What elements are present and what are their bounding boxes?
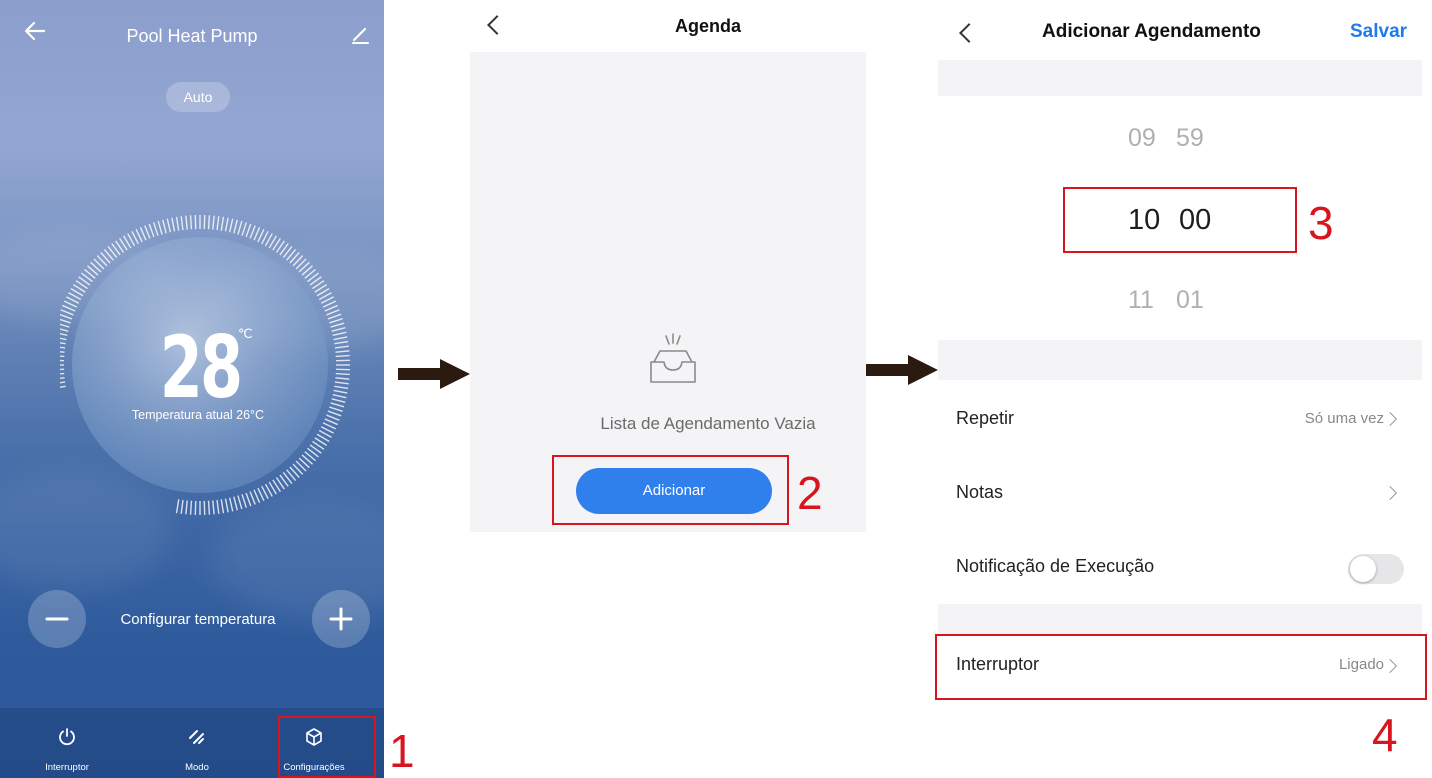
dial-tick — [241, 222, 248, 236]
plus-icon — [329, 607, 353, 631]
dial-tick — [60, 309, 74, 316]
section-divider — [938, 340, 1422, 380]
dial-tick — [148, 223, 155, 238]
dial-tick — [324, 304, 338, 312]
flow-arrow-icon — [866, 355, 938, 385]
dial-tick — [233, 219, 238, 234]
dial-tick — [233, 496, 238, 511]
dial-tick — [144, 225, 151, 239]
picker-hour-prev[interactable]: 09 — [1128, 124, 1156, 153]
dial-tick — [237, 495, 243, 510]
dial-tick — [216, 499, 220, 514]
dial-tick — [180, 216, 184, 231]
mode-icon — [142, 726, 252, 756]
screen-title: Pool Heat Pump — [126, 26, 258, 46]
callout-number-3: 3 — [1308, 197, 1334, 249]
dial-tick — [253, 227, 261, 241]
callout-number-1: 1 — [389, 725, 415, 777]
save-button[interactable]: Salvar — [1350, 21, 1407, 43]
picker-hour-next[interactable]: 11 — [1128, 286, 1154, 315]
tab-modo[interactable]: Modo — [142, 708, 252, 773]
dial-tick — [175, 216, 180, 231]
dial-tick — [249, 491, 256, 505]
current-temperature-label: Temperatura atual 26°C — [131, 408, 265, 422]
dial-tick — [185, 215, 188, 230]
dial-tick — [166, 218, 172, 233]
dial-tick — [220, 499, 225, 514]
dial-tick — [241, 494, 248, 508]
dial-tick — [139, 227, 147, 241]
dial-tick — [185, 500, 188, 515]
empty-list-text: Lista de Agendamento Vazia — [600, 414, 816, 433]
dial-tick — [162, 219, 167, 234]
screen-title: Adicionar Agendamento — [1042, 21, 1261, 42]
picker-minute-prev[interactable]: 59 — [1176, 124, 1204, 153]
notification-label: Notificação de Execução — [956, 556, 1155, 576]
section-divider — [938, 604, 1422, 634]
callout-box-3 — [1063, 187, 1297, 253]
dial-tick — [152, 222, 159, 236]
picker-minute-next[interactable]: 01 — [1176, 286, 1204, 315]
dial-tick — [189, 500, 193, 515]
dial-tick — [326, 309, 340, 316]
dial-tick — [171, 217, 176, 232]
device-screen: Pool Heat Pump Auto 28 ℃ Temperatura atu… — [0, 0, 384, 778]
dial-tick — [62, 304, 76, 312]
dial-tick — [220, 216, 225, 231]
dial-tick — [228, 497, 234, 512]
notification-toggle[interactable] — [1348, 554, 1404, 584]
power-icon — [12, 726, 122, 756]
callout-box-2 — [552, 455, 789, 525]
toggle-knob — [1350, 556, 1376, 582]
callout-number-2: 2 — [797, 467, 823, 519]
tab-label: Interruptor — [45, 762, 89, 773]
screen-title: Agenda — [674, 16, 741, 36]
dial-tick — [212, 215, 215, 230]
dial-tick — [237, 220, 243, 235]
dial-tick — [175, 499, 180, 514]
callout-box-1 — [278, 716, 376, 778]
notes-row[interactable]: Notas — [938, 452, 1422, 528]
dial-tick — [189, 215, 193, 230]
notification-row: Notificação de Execução — [938, 528, 1422, 604]
repeat-row[interactable]: Repetir Só uma vez — [938, 380, 1422, 452]
dial-tick — [245, 223, 252, 238]
dial-tick — [249, 225, 256, 239]
tab-label: Modo — [185, 762, 209, 773]
chevron-right-icon — [1382, 411, 1398, 427]
dial-tick — [228, 218, 234, 233]
repeat-value: Só uma vez — [1304, 410, 1384, 427]
tab-interruptor[interactable]: Interruptor — [12, 708, 122, 773]
increase-temperature-button[interactable] — [312, 590, 370, 648]
notes-label: Notas — [956, 482, 1004, 502]
dial-tick — [253, 489, 261, 503]
set-temperature-value: 28 — [159, 318, 243, 418]
section-divider — [938, 60, 1422, 96]
dial-tick — [157, 220, 163, 235]
dial-tick — [180, 499, 184, 514]
chevron-right-icon — [1382, 485, 1398, 501]
mode-badge[interactable]: Auto — [166, 82, 230, 112]
dial-tick — [245, 492, 252, 507]
empty-inbox-icon — [650, 333, 696, 383]
dial-tick — [207, 215, 211, 230]
back-chevron-icon[interactable] — [959, 23, 979, 43]
flow-arrow-icon — [398, 359, 470, 389]
temperature-unit: ℃ — [238, 326, 253, 341]
dial-tick — [224, 498, 229, 513]
repeat-label: Repetir — [956, 408, 1015, 428]
dial-tick — [207, 500, 211, 515]
agenda-header: Agenda — [470, 0, 866, 52]
dial-tick — [216, 216, 220, 231]
callout-number-4: 4 — [1372, 709, 1398, 761]
callout-box-4 — [935, 634, 1427, 700]
dial-tick — [212, 500, 215, 515]
dial-tick — [224, 217, 229, 232]
edit-pencil-icon[interactable] — [348, 22, 372, 46]
